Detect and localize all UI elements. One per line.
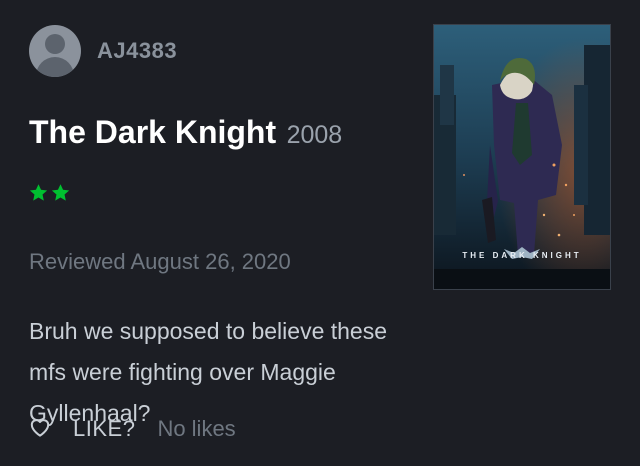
poster-caption: THE DARK KNIGHT xyxy=(462,251,582,260)
like-count: No likes xyxy=(157,416,236,441)
review-date: Reviewed August 26, 2020 xyxy=(29,249,291,274)
username[interactable]: AJ4383 xyxy=(97,38,177,64)
like-button[interactable]: LIKE? xyxy=(73,416,135,442)
film-title[interactable]: The Dark Knight xyxy=(29,114,276,150)
film-poster[interactable]: THE DARK KNIGHT xyxy=(433,24,611,290)
rating-stars xyxy=(29,183,70,202)
poster-artwork xyxy=(434,25,610,289)
film-heading: The Dark Knight 2008 xyxy=(29,114,342,151)
star-icon xyxy=(29,183,48,202)
heart-outline-icon[interactable] xyxy=(29,417,51,442)
avatar[interactable] xyxy=(29,25,81,77)
like-row: LIKE? No likes xyxy=(29,416,236,442)
avatar-head-shape xyxy=(45,34,65,54)
film-year[interactable]: 2008 xyxy=(287,121,343,149)
avatar-shoulders-shape xyxy=(36,57,74,77)
star-icon xyxy=(51,183,70,202)
